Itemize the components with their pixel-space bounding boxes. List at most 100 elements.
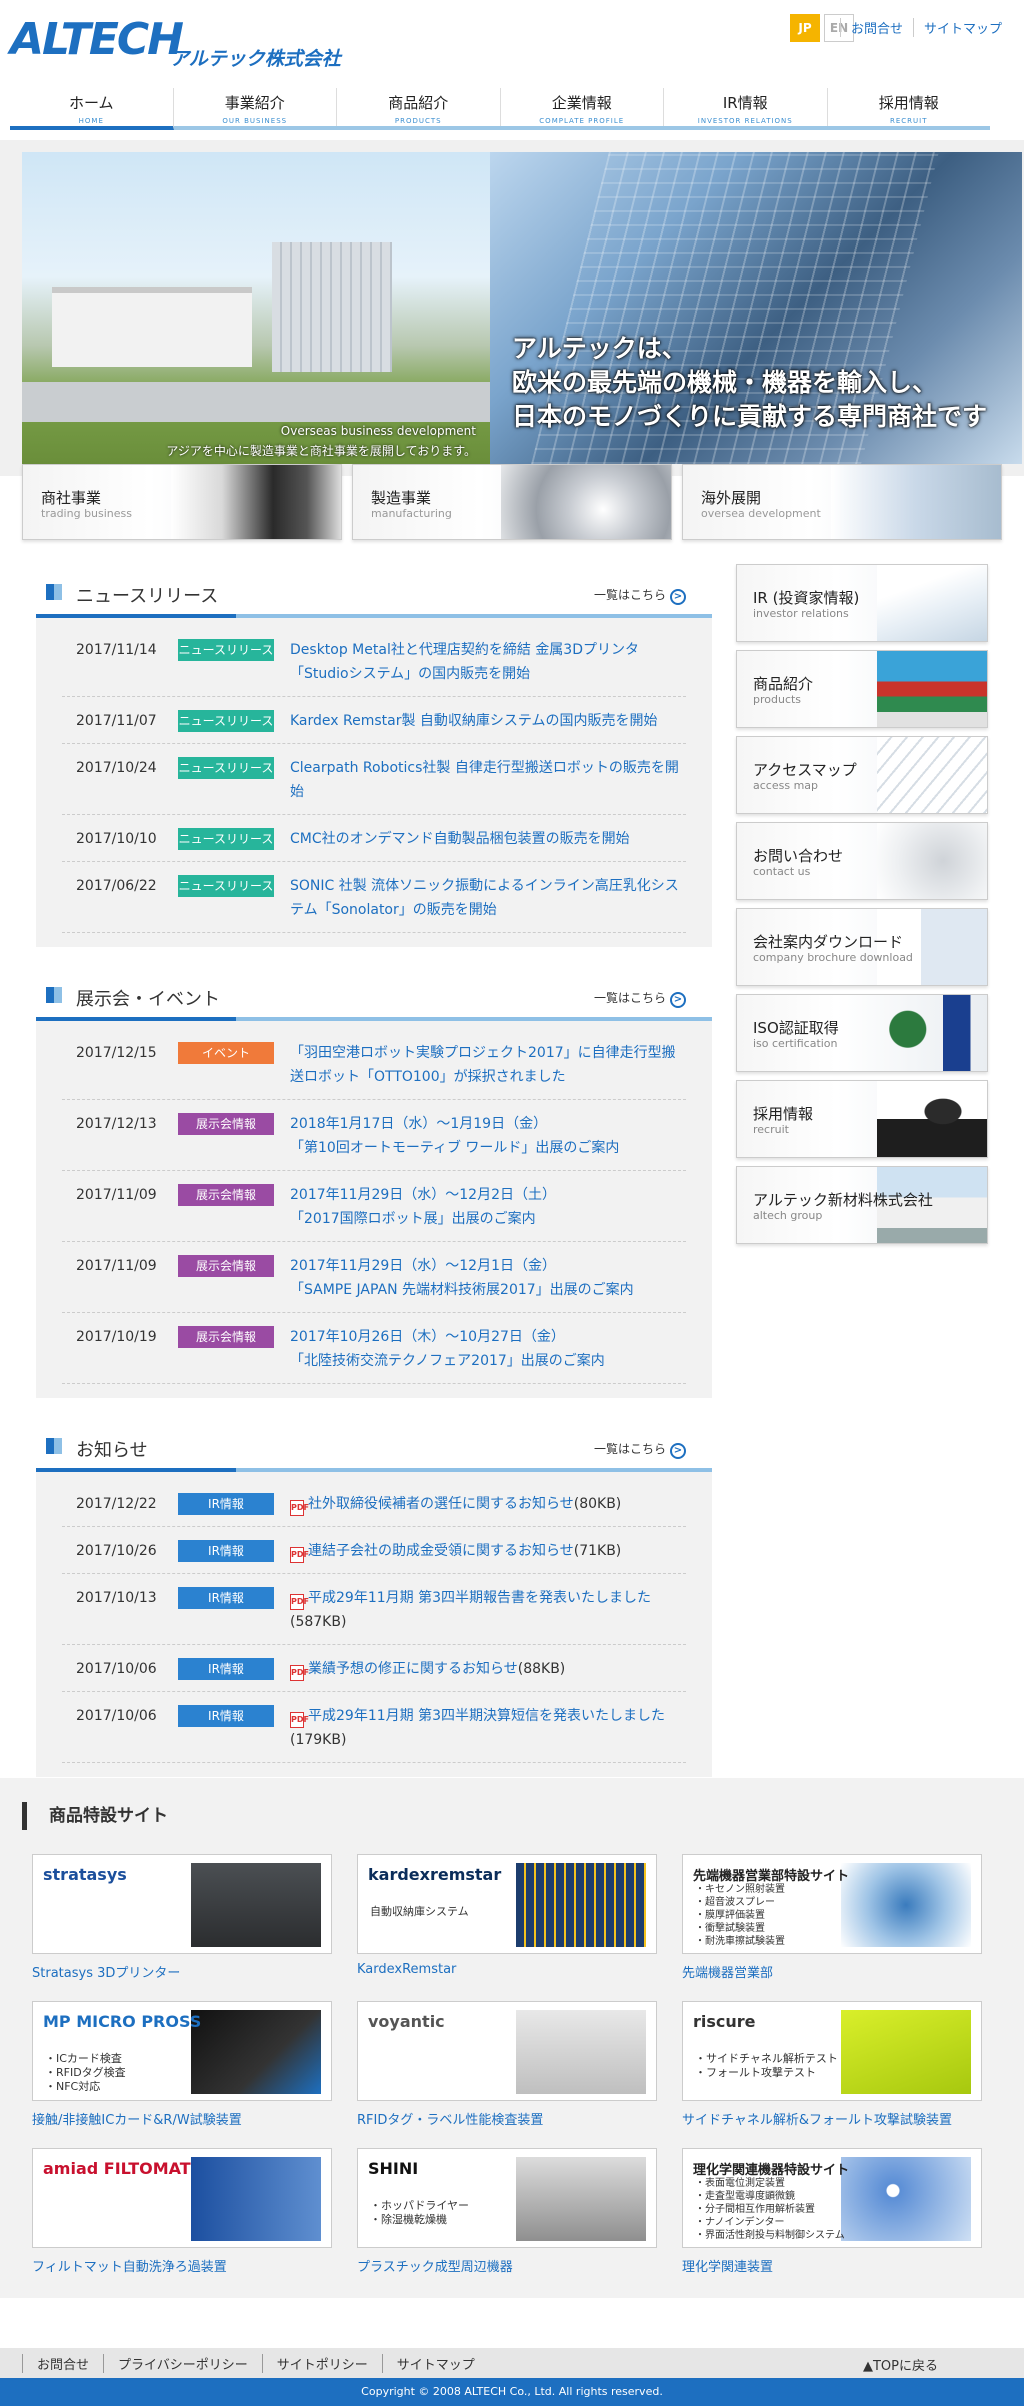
item-link[interactable]: Kardex Remstar製 自動収納庫システムの国内販売を開始 — [290, 709, 686, 733]
section-square-icon — [46, 987, 62, 1003]
logo-company-name: アルテック株式会社 — [170, 48, 341, 70]
back-to-top-link[interactable]: ▲TOPに戻る — [863, 2355, 938, 2374]
sidebar-item-iso[interactable]: ISO認証取得 iso certification — [736, 994, 988, 1072]
item-date: 2017/06/22 — [76, 878, 157, 894]
sidebar-item-brochure[interactable]: 会社案内ダウンロード company brochure download — [736, 908, 988, 986]
news-more-link[interactable]: 一覧はこちら > — [594, 586, 686, 605]
sidebar-item-title: 会社案内ダウンロード — [753, 933, 904, 951]
site-header: ALTECH アルテック株式会社 JP EN お問合せ サイトマップ ホーム HO… — [0, 0, 1024, 140]
category-overseas[interactable]: 海外展開 oversea development — [682, 464, 1002, 540]
item-link[interactable]: Clearpath Robotics社製 自律走行型搬送ロボットの販売を開始 — [290, 756, 686, 804]
featured-item[interactable]: kardexremstar 自動収納庫システム KardexRemstar — [357, 1854, 657, 1981]
pdf-icon: PDF — [290, 1712, 309, 1728]
featured-item[interactable]: voyantic RFIDタグ・ラベル性能検査装置 — [357, 2001, 657, 2128]
item-link-text: Kardex Remstar製 自動収納庫システムの国内販売を開始 — [290, 713, 658, 729]
notices-more-link[interactable]: 一覧はこちら > — [594, 1440, 686, 1459]
category-trading[interactable]: 商社事業 trading business — [22, 464, 342, 540]
item-link[interactable]: 2017年10月26日（木）～10月27日（金） 「北陸技術交流テクノフェア20… — [290, 1325, 686, 1373]
container-image — [877, 651, 987, 727]
news-header: ニュースリリース 一覧はこちら > — [36, 564, 712, 618]
sidebar-item-recruit[interactable]: 採用情報 recruit — [736, 1080, 988, 1158]
featured-item[interactable]: 先端機器営業部特設サイト ・キセノン照射装置 ・超音波スプレー ・膜厚評価装置 ・… — [682, 1854, 982, 1981]
events-more-link[interactable]: 一覧はこちら > — [594, 989, 686, 1008]
main-content: ニュースリリース 一覧はこちら > 2017/11/14 ニュースリリース Deskt… — [0, 564, 1024, 1778]
nav-home[interactable]: ホーム HOME — [10, 88, 174, 130]
more-label: 一覧はこちら — [593, 991, 666, 1005]
featured-item[interactable]: MP MICRO PROSS ・ICカード検査 ・RFIDタグ検査 ・NFC対応接… — [32, 2001, 332, 2128]
pdf-icon: PDF — [290, 1500, 309, 1516]
footer-link-sitemap[interactable]: サイトマップ — [381, 2353, 489, 2373]
nav-label: 商品紹介 — [388, 94, 449, 112]
nav-sublabel: HOME — [78, 117, 104, 125]
sidebar-item-access[interactable]: アクセスマップ access map — [736, 736, 988, 814]
list-item: 2017/10/06 IR情報 PDF業績予想の修正に関するお知らせ(88KB) — [62, 1645, 686, 1692]
item-link[interactable]: SONIC 社製 流体ソニック振動によるインライン高圧乳化システム「Sonola… — [290, 874, 686, 922]
category-manufacturing[interactable]: 製造事業 manufacturing — [352, 464, 672, 540]
hero-caption-jp: アジアを中心に製造事業と商社事業を展開しております。 — [166, 444, 476, 458]
sidebar-item-contact[interactable]: お問い合わせ contact us — [736, 822, 988, 900]
featured-label: 理化学関連装置 — [682, 2260, 774, 2275]
item-link[interactable]: PDF連結子会社の助成金受領に関するお知らせ(71KB) — [290, 1539, 686, 1563]
product-image — [841, 2010, 971, 2094]
site-logo[interactable]: ALTECH アルテック株式会社 — [10, 14, 350, 74]
category-title: 海外展開 — [701, 489, 762, 507]
nav-recruit[interactable]: 採用情報 RECRUIT — [828, 88, 991, 126]
featured-label: プラスチック成型周辺機器 — [357, 2260, 513, 2275]
sidebar-item-products[interactable]: 商品紹介 products — [736, 650, 988, 728]
notices-list: 2017/12/22 IR情報 PDF社外取締役候補者の選任に関するお知らせ(80K… — [36, 1472, 712, 1763]
featured-label: 先端機器営業部 — [682, 1966, 774, 1981]
footer-link-sitepolicy[interactable]: サイトポリシー — [261, 2353, 382, 2373]
featured-item[interactable]: stratasys Stratasys 3Dプリンター — [32, 1854, 332, 1981]
item-link[interactable]: PDF社外取締役候補者の選任に関するお知らせ(80KB) — [290, 1492, 686, 1516]
hero-main-visual: アルテックは、 欧米の最先端の機械・機器を輸入し、 日本のモノづくりに貢献する専… — [490, 152, 1022, 464]
featured-label: フィルトマット自動洗浄ろ過装置 — [32, 2260, 227, 2275]
lang-jp-button[interactable]: JP — [790, 14, 820, 42]
featured-item[interactable]: riscure ・サイドチャネル解析テスト ・フォールト攻撃テスト サイドチャネル解… — [682, 2001, 982, 2128]
category-badge: IR情報 — [178, 1705, 274, 1727]
featured-brand: MP MICRO PROSS — [43, 2012, 202, 2031]
item-link[interactable]: PDF平成29年11月期 第3四半期決算短信を発表いたしました (179KB) — [290, 1704, 686, 1752]
category-badge: 展示会情報 — [178, 1113, 274, 1135]
business-categories: 商社事業 trading business 製造事業 manufacturing 海… — [0, 464, 1024, 540]
featured-item[interactable]: amiad FILTOMAT フィルトマット自動洗浄ろ過装置 — [32, 2148, 332, 2275]
featured-item[interactable]: SHINI ・ホッパドライヤー ・除湿機乾燥機 プラスチック成型周辺機器 — [357, 2148, 657, 2275]
item-link[interactable]: PDF平成29年11月期 第3四半期報告書を発表いたしました (587KB) — [290, 1586, 686, 1634]
contact-link[interactable]: お問合せ — [839, 18, 913, 37]
nav-company[interactable]: 企業情報 COMPLATE PROFILE — [501, 88, 664, 126]
sitemap-link[interactable]: サイトマップ — [912, 18, 1012, 37]
notices-section: お知らせ 一覧はこちら > 2017/12/22 IR情報 PDF社外取締役候補者の選… — [36, 1418, 712, 1777]
item-link-text: 2017年10月26日（木）～10月27日（金） 「北陸技術交流テクノフェア20… — [290, 1329, 605, 1369]
nav-ir[interactable]: IR情報 INVESTOR RELATIONS — [664, 88, 828, 126]
sidebar-item-group[interactable]: アルテック新材料株式会社 altech group — [736, 1166, 988, 1244]
item-link-text: 平成29年11月期 第3四半期報告書を発表いたしました — [308, 1590, 651, 1606]
sidebar-item-subtitle: altech group — [753, 1209, 823, 1222]
main-column: ニュースリリース 一覧はこちら > 2017/11/14 ニュースリリース Deskt… — [36, 564, 712, 1797]
item-link-text: 2018年1月17日（水）～1月19日（金） 「第10回オートモーティブ ワール… — [290, 1116, 620, 1156]
category-badge: ニュースリリース — [178, 710, 274, 732]
category-title: 製造事業 — [371, 489, 432, 507]
category-subtitle: oversea development — [701, 507, 821, 520]
list-item: 2017/06/22 ニュースリリース SONIC 社製 流体ソニック振動によるイン… — [62, 862, 686, 933]
item-link[interactable]: PDF業績予想の修正に関するお知らせ(88KB) — [290, 1657, 686, 1681]
item-link[interactable]: 2017年11月29日（水）～12月2日（土） 「2017国際ロボット展」出展の… — [290, 1183, 686, 1231]
nav-products[interactable]: 商品紹介 PRODUCTS — [337, 88, 501, 126]
item-link[interactable]: 2018年1月17日（水）～1月19日（金） 「第10回オートモーティブ ワール… — [290, 1112, 686, 1160]
footer-link-privacy[interactable]: プライバシーポリシー — [103, 2353, 262, 2373]
featured-image: kardexremstar 自動収納庫システム — [357, 1854, 657, 1954]
item-link[interactable]: 2017年11月29日（水）～12月1日（金） 「SAMPE JAPAN 先端材… — [290, 1254, 686, 1302]
item-link[interactable]: Desktop Metal社と代理店契約を締結 金属3Dプリンタ「Studioシ… — [290, 638, 686, 686]
hero-copy-line: 日本のモノづくりに貢献する専門商社です — [512, 402, 988, 431]
item-link[interactable]: 「羽田空港ロボット実験プロジェクト2017」に自律走行型搬送ロボット「OTTO1… — [290, 1041, 686, 1089]
footer-link-contact[interactable]: お問合せ — [22, 2353, 103, 2373]
nav-business[interactable]: 事業紹介 OUR BUSINESS — [174, 88, 337, 126]
featured-item[interactable]: 理化学関連機器特設サイト ・表面電位測定装置 ・走査型電導度顕微鏡 ・分子間相互作… — [682, 2148, 982, 2275]
category-badge: 展示会情報 — [178, 1255, 274, 1277]
item-link-text: Desktop Metal社と代理店契約を締結 金属3Dプリンタ「Studioシ… — [290, 642, 639, 682]
footer-nav: お問合せ プライバシーポリシー サイトポリシー サイトマップ ▲TOPに戻る — [0, 2348, 1024, 2378]
item-date: 2017/10/06 — [76, 1708, 157, 1724]
sidebar-item-ir[interactable]: IR (投資家情報) investor relations — [736, 564, 988, 642]
category-badge: イベント — [178, 1042, 274, 1064]
featured-features: ・ICカード検査 ・RFIDタグ検査 ・NFC対応 — [45, 2052, 126, 2093]
item-link[interactable]: CMC社のオンデマンド自動製品梱包装置の販売を開始 — [290, 827, 686, 851]
hero-catchcopy: アルテックは、 欧米の最先端の機械・機器を輸入し、 日本のモノづくりに貢献する専… — [512, 332, 987, 434]
